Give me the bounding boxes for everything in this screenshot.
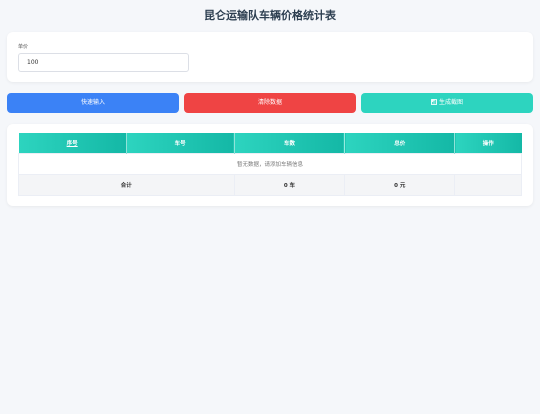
total-amount: 0 元 (344, 174, 456, 196)
total-label: 合计 (18, 174, 235, 196)
generate-screenshot-button[interactable]: 生成截图 (361, 93, 533, 113)
total-row: 合计 0 车 0 元 (18, 174, 522, 196)
page-title: 昆仑运输队车辆价格统计表 (204, 9, 336, 22)
total-count: 0 车 (233, 174, 346, 196)
price-card: 单价 100 (7, 32, 533, 82)
header-plate: 车号 (126, 133, 235, 154)
table-header-row: 序号 车号 车数 总价 操作 (18, 133, 522, 154)
header-index[interactable]: 序号 (18, 133, 127, 154)
generate-screenshot-label: 生成截图 (438, 99, 463, 106)
header-count: 车数 (234, 133, 346, 154)
clear-data-button[interactable]: 清除数据 (184, 93, 356, 113)
empty-row: 暂无数据，请添加车辆信息 (18, 153, 522, 175)
empty-message: 暂无数据，请添加车辆信息 (18, 153, 522, 175)
header-total: 总价 (344, 133, 456, 154)
header-actions: 操作 (454, 133, 522, 154)
price-input[interactable]: 100 (18, 53, 189, 72)
bar-chart-icon (430, 99, 437, 105)
price-label: 单价 (18, 44, 29, 50)
quick-input-button[interactable]: 快速输入 (7, 93, 179, 113)
vehicle-table: 序号 车号 车数 总价 操作 暂无数据，请添加车辆信息 合计 0 车 0 元 (18, 133, 522, 196)
total-actions (454, 174, 522, 196)
table-card: 序号 车号 车数 总价 操作 暂无数据，请添加车辆信息 合计 0 车 0 元 (7, 124, 533, 206)
